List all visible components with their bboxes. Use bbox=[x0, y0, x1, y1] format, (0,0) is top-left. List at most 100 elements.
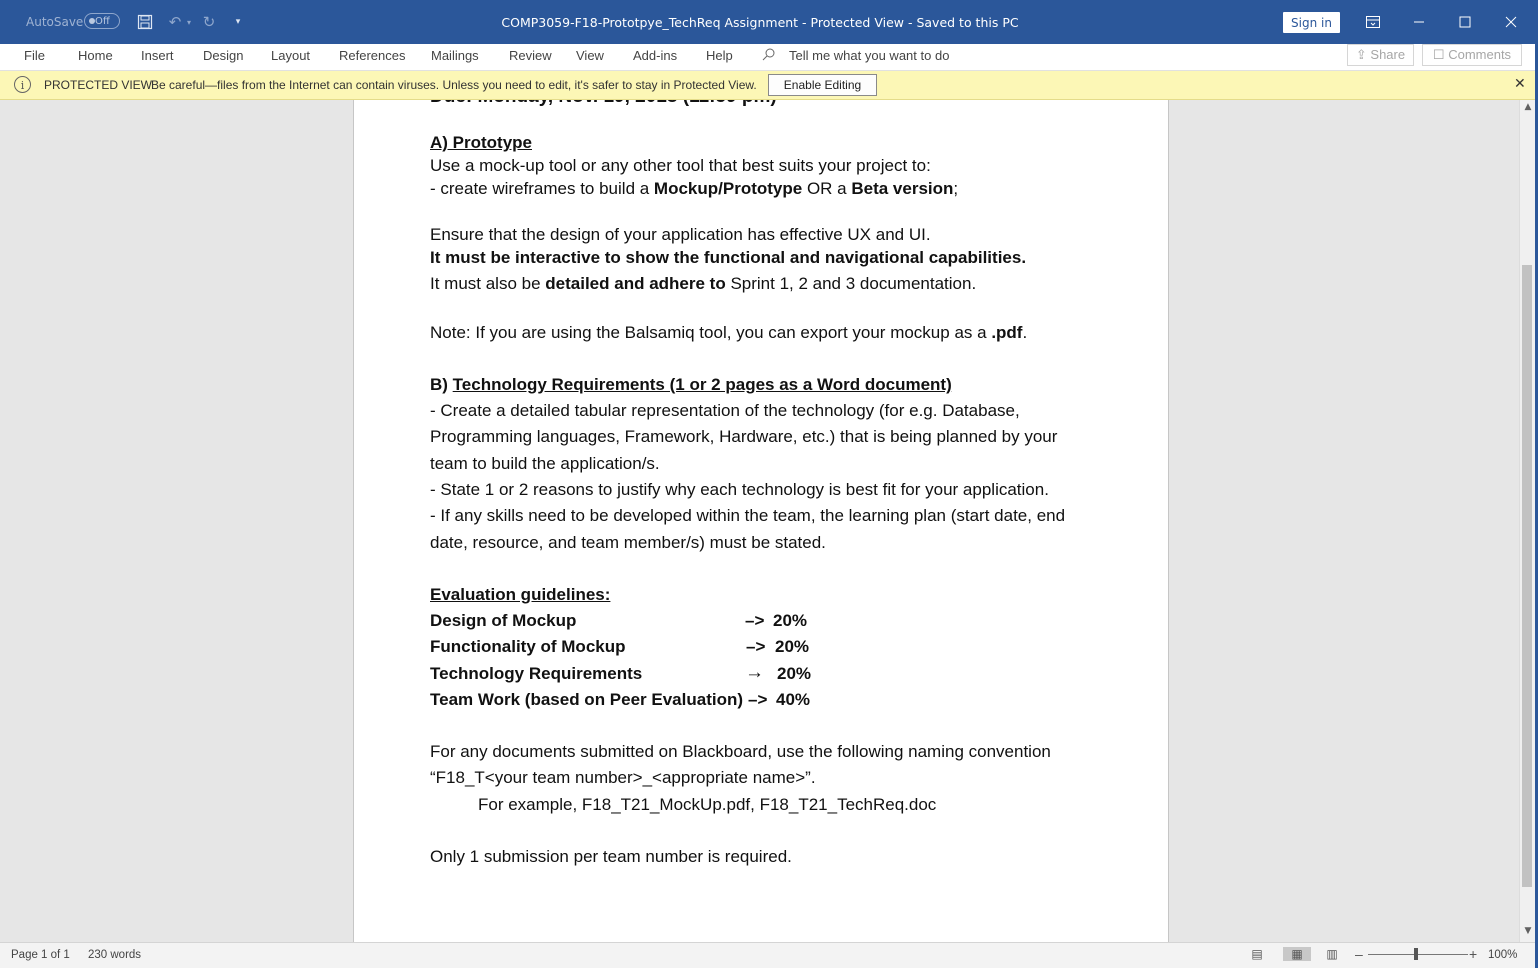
ribbon-display-icon[interactable] bbox=[1350, 0, 1396, 44]
status-bar: Page 1 of 1 230 words ▤ ▦ ▥ – + 100% bbox=[0, 942, 1538, 968]
maximize-icon[interactable] bbox=[1442, 0, 1488, 44]
ribbon-tabs: File Home Insert Design Layout Reference… bbox=[0, 44, 1538, 71]
tab-design[interactable]: Design bbox=[203, 44, 243, 70]
section-a-heading: A) Prototype bbox=[430, 133, 532, 152]
comments-label: Comments bbox=[1448, 47, 1512, 62]
tab-help[interactable]: Help bbox=[706, 44, 733, 70]
eval-row-value: 20% bbox=[775, 637, 810, 656]
section-b-line1: - Create a detailed tabular representati… bbox=[430, 401, 1020, 420]
zoom-in-icon[interactable]: + bbox=[1469, 944, 1477, 964]
info-icon: i bbox=[14, 76, 31, 93]
sign-in-button[interactable]: Sign in bbox=[1283, 12, 1340, 33]
protected-view-message: Be careful—files from the Internet can c… bbox=[151, 78, 757, 92]
eval-row-label: Functionality of Mockup bbox=[430, 637, 626, 656]
section-b-line2: Programming languages, Framework, Hardwa… bbox=[430, 427, 1058, 446]
undo-icon[interactable]: ↶ bbox=[166, 0, 184, 44]
minimize-icon[interactable] bbox=[1396, 0, 1442, 44]
document-area: Due: Monday, Nov. 19, 2018 (11:59 pm) A)… bbox=[0, 100, 1519, 942]
scroll-up-icon[interactable]: ▲ bbox=[1522, 102, 1534, 112]
autosave-toggle[interactable]: Off bbox=[84, 13, 120, 29]
customize-qat-icon[interactable]: ▾ bbox=[232, 0, 244, 44]
close-bar-icon[interactable]: ✕ bbox=[1514, 76, 1526, 92]
eval-row-arrow: –> bbox=[745, 611, 765, 630]
comment-icon: ☐ bbox=[1432, 47, 1445, 62]
lightbulb-search-icon bbox=[762, 48, 776, 66]
note-line: Note: If you are using the Balsamiq tool… bbox=[430, 323, 1027, 343]
print-layout-icon[interactable]: ▦ bbox=[1283, 947, 1311, 961]
text-run-bold: Beta version bbox=[851, 179, 954, 198]
section-a-line1: Use a mock-up tool or any other tool tha… bbox=[430, 156, 931, 175]
text-run: - create wireframes to build a bbox=[430, 179, 654, 198]
text-run: Sprint 1, 2 and 3 documentation. bbox=[725, 274, 977, 293]
zoom-slider-track[interactable] bbox=[1368, 954, 1468, 955]
zoom-level[interactable]: 100% bbox=[1488, 943, 1517, 967]
protected-view-title: PROTECTED VIEW bbox=[44, 78, 153, 92]
eval-row-value: 20% bbox=[773, 611, 808, 630]
eval-row-value: 20% bbox=[777, 664, 812, 683]
share-button[interactable]: ⇪ Share bbox=[1347, 44, 1414, 66]
tab-add-ins[interactable]: Add-ins bbox=[633, 44, 677, 70]
save-icon[interactable] bbox=[136, 0, 154, 44]
eval-row-label: Team Work (based on Peer Evaluation) bbox=[430, 690, 744, 709]
submission-note: Only 1 submission per team number is req… bbox=[430, 847, 792, 866]
section-b-line4: - State 1 or 2 reasons to justify why ea… bbox=[430, 480, 1049, 499]
tab-review[interactable]: Review bbox=[509, 44, 552, 70]
naming-line2: “F18_T<your team number>_<appropriate na… bbox=[430, 768, 816, 787]
document-page: Due: Monday, Nov. 19, 2018 (11:59 pm) A)… bbox=[353, 100, 1169, 942]
autosave-label: AutoSave bbox=[26, 15, 84, 29]
read-mode-icon[interactable]: ▤ bbox=[1249, 947, 1265, 961]
due-date: Due: Monday, Nov. 19, 2018 (11:59 pm) bbox=[430, 100, 777, 108]
naming-example: For example, F18_T21_MockUp.pdf, F18_T21… bbox=[478, 795, 937, 814]
text-run: It must also be bbox=[430, 274, 546, 293]
protected-view-bar: i PROTECTED VIEW Be careful—files from t… bbox=[0, 71, 1538, 100]
zoom-out-icon[interactable]: – bbox=[1355, 944, 1363, 964]
tell-me-input[interactable]: Tell me what you want to do bbox=[789, 44, 949, 70]
text-run-bold: detailed and adhere to bbox=[545, 274, 726, 293]
share-label: Share bbox=[1370, 47, 1406, 62]
document-title: COMP3059-F18-Prototpye_TechReq Assignmen… bbox=[501, 14, 1019, 30]
scroll-thumb[interactable] bbox=[1522, 265, 1532, 887]
eval-row-label: Design of Mockup bbox=[430, 611, 577, 630]
section-b-prefix: B) bbox=[430, 375, 453, 394]
text-run: Note: If you are using the Balsamiq tool… bbox=[430, 323, 992, 342]
naming-line1: For any documents submitted on Blackboar… bbox=[430, 742, 1051, 761]
text-run-bold: .pdf bbox=[991, 323, 1023, 342]
section-b-title: Technology Requirements (1 or 2 pages as… bbox=[452, 375, 952, 394]
vertical-scrollbar[interactable]: ▲ ▼ bbox=[1519, 100, 1535, 942]
comments-button[interactable]: ☐ Comments bbox=[1422, 44, 1522, 66]
eval-row-arrow: –> bbox=[748, 690, 768, 709]
tab-layout[interactable]: Layout bbox=[271, 44, 310, 70]
share-icon: ⇪ bbox=[1355, 47, 1367, 62]
scroll-down-icon[interactable]: ▼ bbox=[1522, 926, 1534, 936]
tab-view[interactable]: View bbox=[576, 44, 604, 70]
adhere-line: It must also be detailed and adhere to S… bbox=[430, 274, 976, 294]
text-run: OR a bbox=[802, 179, 852, 198]
section-b-heading: B) Technology Requirements (1 or 2 pages… bbox=[430, 375, 952, 395]
web-layout-icon[interactable]: ▥ bbox=[1324, 947, 1340, 961]
section-b-line3: team to build the application/s. bbox=[430, 454, 660, 473]
tab-home[interactable]: Home bbox=[78, 44, 113, 70]
eval-row-arrow: → bbox=[745, 662, 764, 683]
tab-mailings[interactable]: Mailings bbox=[431, 44, 479, 70]
close-icon[interactable] bbox=[1488, 0, 1534, 44]
eval-row-label: Technology Requirements bbox=[430, 664, 643, 683]
eval-row-arrow: –> bbox=[746, 637, 766, 656]
section-b-line5: - If any skills need to be developed wit… bbox=[430, 506, 1066, 525]
page-count[interactable]: Page 1 of 1 bbox=[11, 943, 70, 967]
evaluation-heading: Evaluation guidelines: bbox=[430, 585, 611, 604]
word-count[interactable]: 230 words bbox=[88, 943, 141, 967]
enable-editing-button[interactable]: Enable Editing bbox=[768, 74, 877, 96]
tab-file[interactable]: File bbox=[24, 44, 45, 70]
redo-icon[interactable]: ↻ bbox=[200, 0, 218, 44]
zoom-slider-thumb[interactable] bbox=[1414, 948, 1418, 960]
title-bar: AutoSave Off ↶ ▾ ↻ ▾ COMP3059-F18-Protot… bbox=[0, 0, 1538, 44]
section-a-line2: - create wireframes to build a Mockup/Pr… bbox=[430, 179, 958, 199]
ensure-line: Ensure that the design of your applicati… bbox=[430, 225, 931, 244]
tab-insert[interactable]: Insert bbox=[141, 44, 174, 70]
undo-dropdown-icon[interactable]: ▾ bbox=[184, 0, 194, 44]
eval-row-value: 40% bbox=[776, 690, 811, 709]
text-run: . bbox=[1022, 323, 1028, 342]
interactive-line: It must be interactive to show the funct… bbox=[430, 248, 1027, 267]
section-b-line6: date, resource, and team member/s) must … bbox=[430, 533, 826, 552]
tab-references[interactable]: References bbox=[339, 44, 405, 70]
